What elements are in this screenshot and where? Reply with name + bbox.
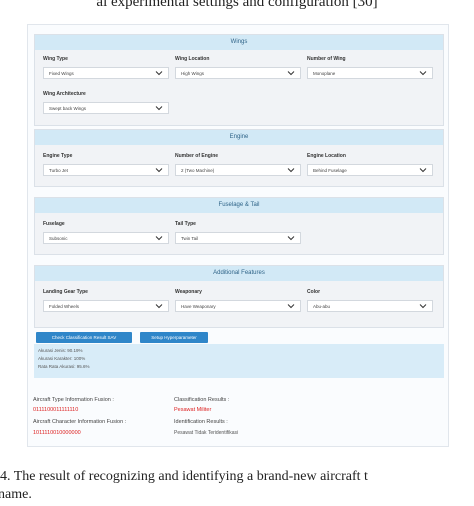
identification-results-label: Identification Results : — [174, 419, 228, 425]
fuselage-field: Fuselage Subsonic — [43, 221, 169, 244]
tail-type-field: Tail Type Twin Tail — [175, 221, 301, 244]
aircraft-form-panel: Wings Wing Type Fixed Wings Wing Locatio… — [27, 24, 449, 447]
weaponary-field: Weaponary Have Weaponary — [175, 289, 301, 312]
number-of-engine-field: Number of Engine 2 (Two Machine) — [175, 153, 301, 176]
number-of-wing-label: Number of Wing — [307, 56, 346, 62]
engine-location-select[interactable]: Behind Fuselage — [307, 164, 433, 176]
wings-section: Wings Wing Type Fixed Wings Wing Locatio… — [34, 34, 444, 126]
engine-section-title: Engine — [35, 130, 443, 145]
chevron-down-icon — [155, 106, 163, 111]
color-field: Color Abu-abu — [307, 289, 433, 312]
landing-gear-label: Landing Gear Type — [43, 289, 88, 295]
chevron-down-icon — [155, 168, 163, 173]
landing-gear-field: Landing Gear Type Folded Wheels — [43, 289, 169, 312]
fuselage-select[interactable]: Subsonic — [43, 232, 169, 244]
chevron-down-icon — [155, 304, 163, 309]
engine-location-field: Engine Location Behind Fuselage — [307, 153, 433, 176]
fuselage-tail-section-title: Fuselage & Tail — [35, 198, 443, 213]
wing-architecture-value: Swept back Wings — [49, 106, 87, 111]
landing-gear-value: Folded Wheels — [49, 304, 80, 309]
tail-type-label: Tail Type — [175, 221, 196, 227]
number-of-wing-select[interactable]: Monoplane — [307, 67, 433, 79]
number-of-engine-value: 2 (Two Machine) — [181, 168, 215, 173]
wing-type-value: Fixed Wings — [49, 71, 74, 76]
additional-features-section-title: Additional Features — [35, 266, 443, 281]
type-fusion-label: Aircraft Type Information Fusion : — [33, 397, 114, 403]
caption-line-1: 4. The result of recognizing and identif… — [0, 469, 368, 484]
wing-architecture-label: Wing Architecture — [43, 91, 86, 97]
classification-results-value: Pesawat Militer — [174, 407, 212, 413]
wing-type-select[interactable]: Fixed Wings — [43, 67, 169, 79]
wing-type-field: Wing Type Fixed Wings — [43, 56, 169, 79]
weaponary-value: Have Weaponary — [181, 304, 216, 309]
engine-location-label: Engine Location — [307, 153, 346, 159]
engine-section: Engine Engine Type Turbo Jet Number of E… — [34, 129, 444, 187]
fuselage-value: Subsonic — [49, 236, 68, 241]
caption-line-2: name. — [0, 487, 32, 502]
wing-location-select[interactable]: High Wings — [175, 67, 301, 79]
additional-features-section: Additional Features Landing Gear Type Fo… — [34, 265, 444, 328]
chevron-down-icon — [155, 71, 163, 76]
number-of-engine-label: Number of Engine — [175, 153, 219, 159]
tail-type-value: Twin Tail — [181, 236, 199, 241]
wing-location-value: High Wings — [181, 71, 205, 76]
color-label: Color — [307, 289, 321, 295]
top-caption: al experimental settings and configurati… — [96, 0, 378, 10]
accuracy-results-box: Akurasi Jenis: 90.19% Akurasi Karakter: … — [34, 344, 444, 378]
classification-results-label: Classification Results : — [174, 397, 230, 403]
color-value: Abu-abu — [313, 304, 331, 309]
accuracy-type-text: Akurasi Jenis: 90.19% — [38, 348, 83, 353]
identification-results-value: Pesawat Tidak Teridentifikasi — [174, 430, 239, 436]
tail-type-select[interactable]: Twin Tail — [175, 232, 301, 244]
engine-type-select[interactable]: Turbo Jet — [43, 164, 169, 176]
character-fusion-value: 1011110010000000 — [33, 430, 81, 436]
chevron-down-icon — [419, 71, 427, 76]
color-select[interactable]: Abu-abu — [307, 300, 433, 312]
chevron-down-icon — [287, 168, 295, 173]
character-fusion-label: Aircraft Character Information Fusion : — [33, 419, 127, 425]
weaponary-select[interactable]: Have Weaponary — [175, 300, 301, 312]
chevron-down-icon — [287, 71, 295, 76]
wing-type-label: Wing Type — [43, 56, 68, 62]
wing-location-field: Wing Location High Wings — [175, 56, 301, 79]
chevron-down-icon — [419, 304, 427, 309]
fuselage-tail-section: Fuselage & Tail Fuselage Subsonic Tail T… — [34, 197, 444, 255]
engine-type-field: Engine Type Turbo Jet — [43, 153, 169, 176]
number-of-wing-field: Number of Wing Monoplane — [307, 56, 433, 79]
wing-location-label: Wing Location — [175, 56, 210, 62]
landing-gear-select[interactable]: Folded Wheels — [43, 300, 169, 312]
wings-section-title: Wings — [35, 35, 443, 50]
setup-hyperparameter-button[interactable]: Setup Hyperparameter — [140, 332, 208, 343]
chevron-down-icon — [419, 168, 427, 173]
chevron-down-icon — [287, 304, 295, 309]
check-classification-button[interactable]: Check Classification Result SAV — [36, 332, 132, 343]
number-of-wing-value: Monoplane — [313, 71, 336, 76]
wing-architecture-field: Wing Architecture Swept back Wings — [43, 91, 169, 114]
wing-architecture-select[interactable]: Swept back Wings — [43, 102, 169, 114]
fuselage-label: Fuselage — [43, 221, 65, 227]
weaponary-label: Weaponary — [175, 289, 202, 295]
type-fusion-value: 0111100011111110 — [33, 407, 79, 413]
engine-type-label: Engine Type — [43, 153, 73, 159]
engine-type-value: Turbo Jet — [49, 168, 68, 173]
chevron-down-icon — [155, 236, 163, 241]
engine-location-value: Behind Fuselage — [313, 168, 347, 173]
number-of-engine-select[interactable]: 2 (Two Machine) — [175, 164, 301, 176]
chevron-down-icon — [287, 236, 295, 241]
accuracy-character-text: Akurasi Karakter: 100% — [38, 356, 86, 361]
accuracy-average-text: Rata Rata Akurasi: 95.6% — [38, 364, 90, 369]
